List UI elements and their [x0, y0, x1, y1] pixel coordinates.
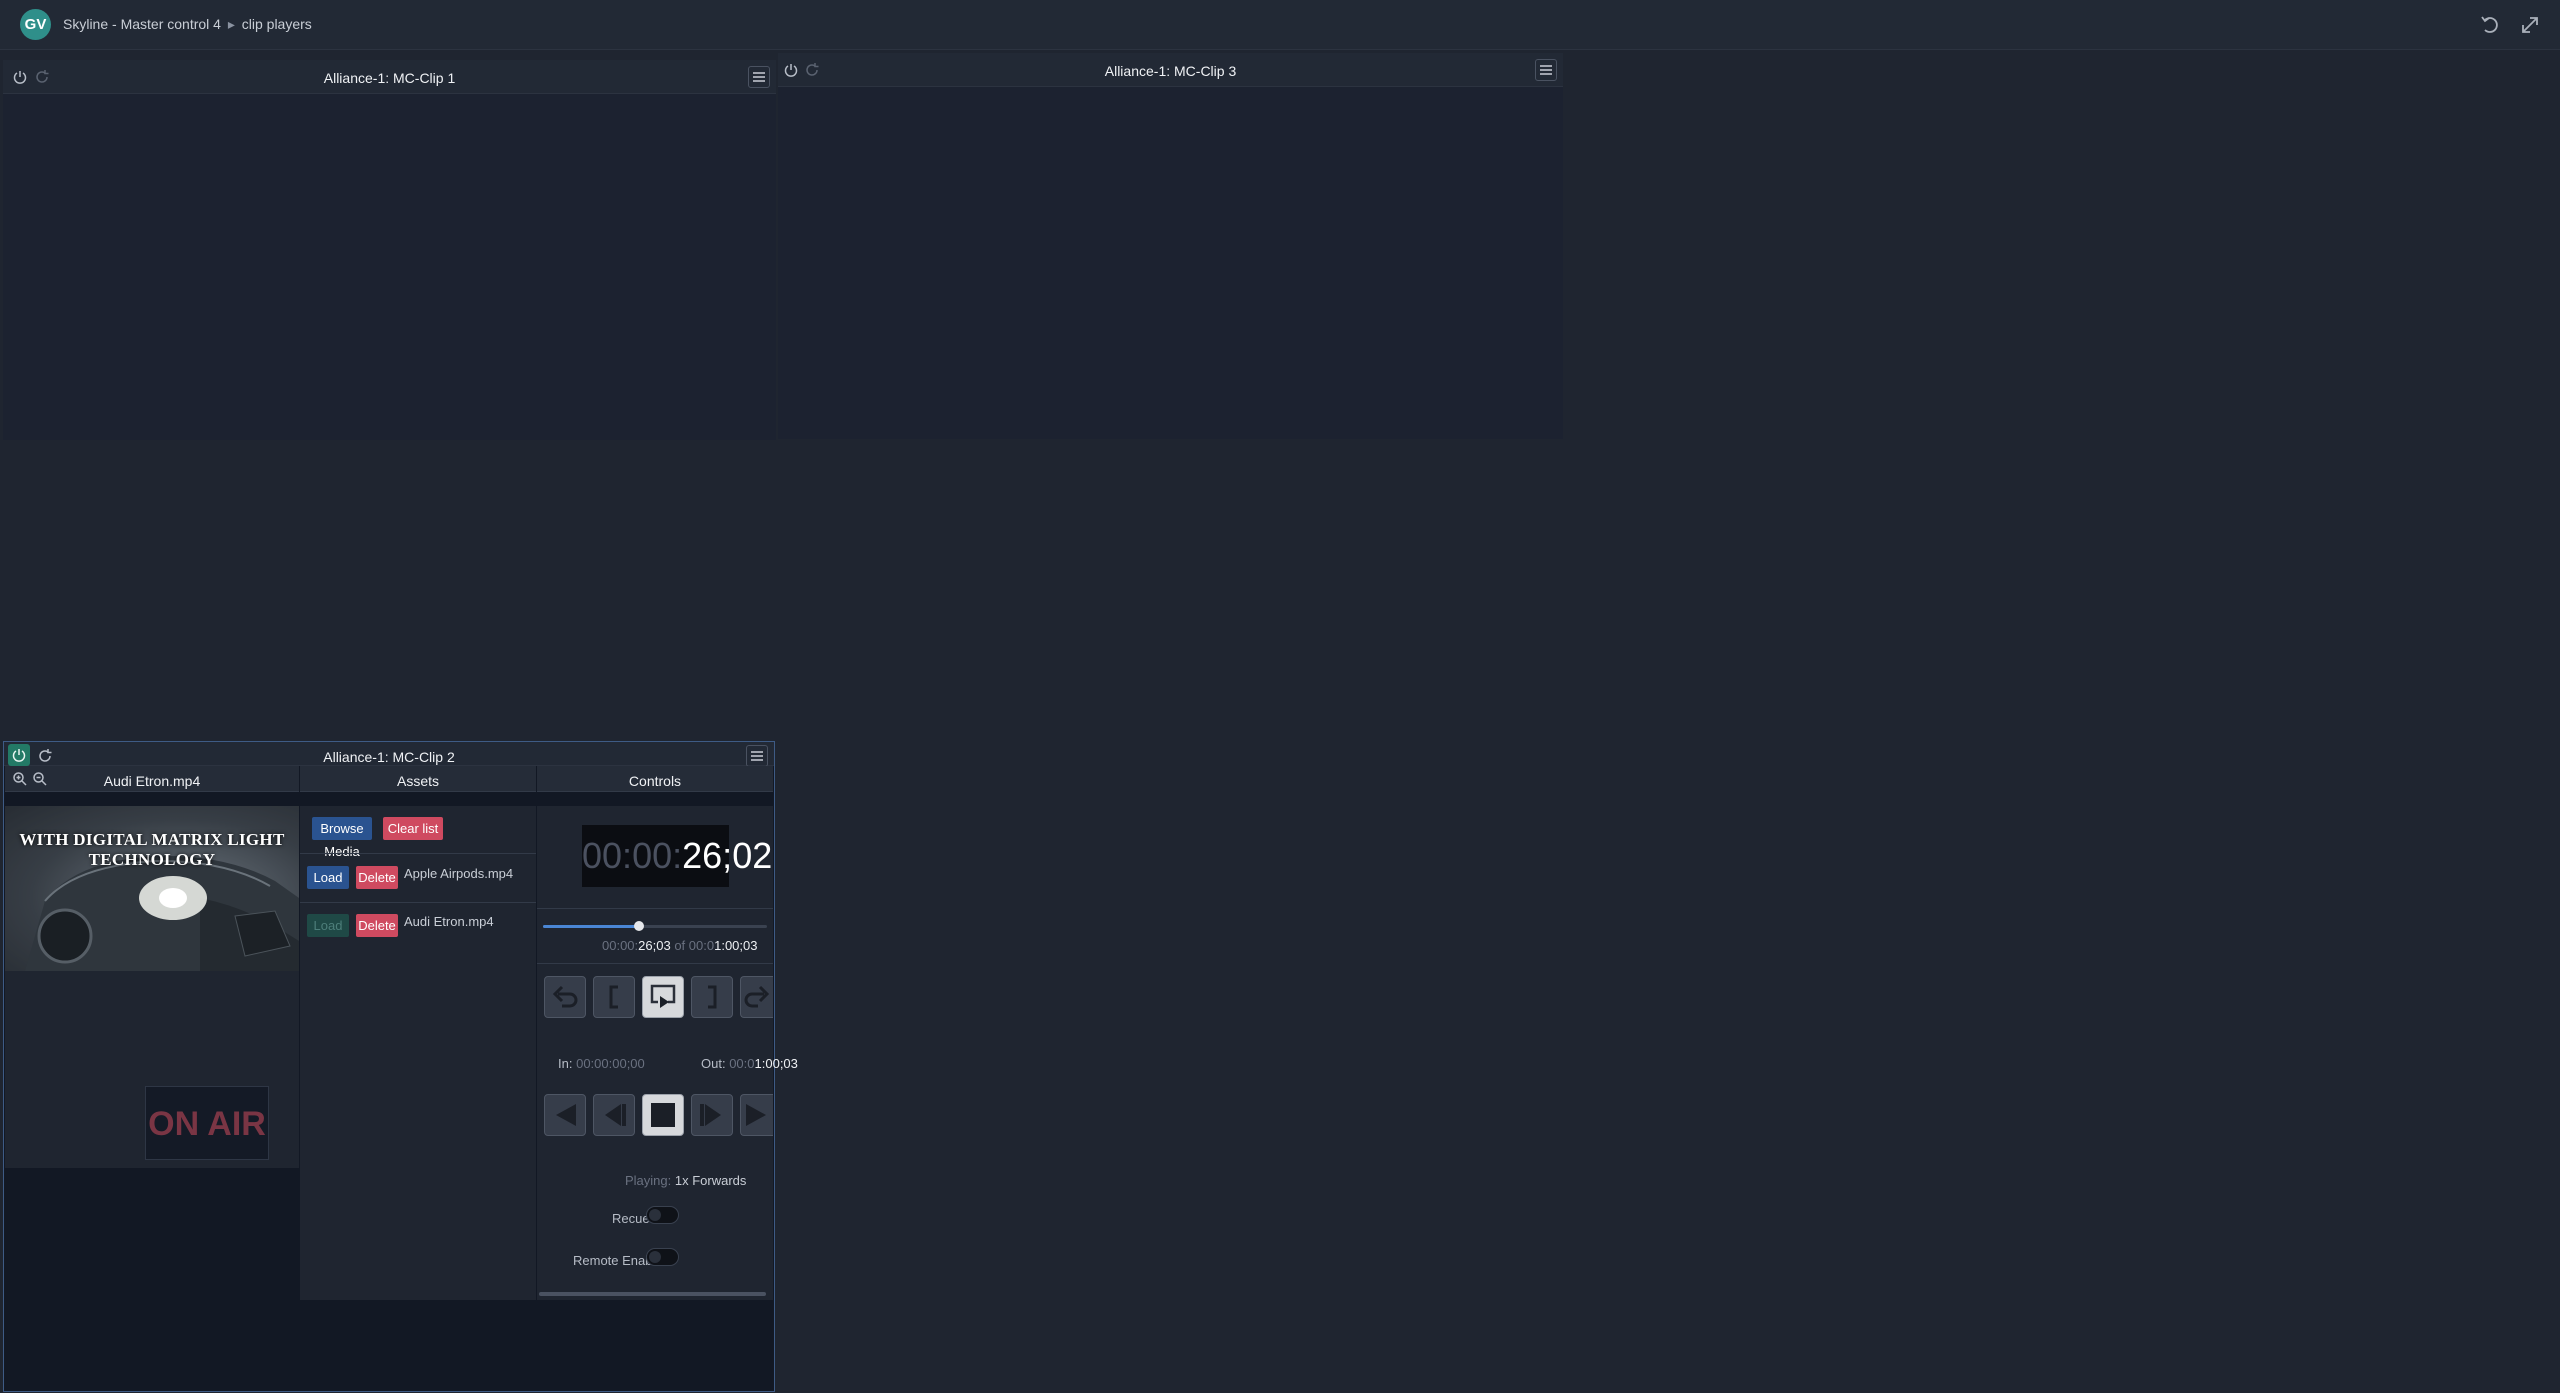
preview-header: Audi Etron.mp4: [5, 766, 299, 792]
assets-header: Assets: [300, 766, 536, 792]
panel-title: Alliance-1: MC-Clip 3: [1104, 63, 1237, 79]
panel-title: Alliance-1: MC-Clip 2: [323, 749, 455, 765]
bracket-left-icon: [609, 985, 618, 1009]
in-point: In: 00:00:00;00: [558, 1056, 645, 1071]
fullscreen-button[interactable]: [2517, 12, 2543, 38]
hamburger-icon: [1540, 65, 1552, 75]
gv-logo: GV: [20, 9, 51, 40]
panel-menu-button[interactable]: [746, 745, 768, 767]
expand-icon: [2522, 17, 2538, 33]
asset-delete-button[interactable]: Delete: [356, 914, 398, 937]
controls-title: Controls: [628, 773, 682, 789]
video-preview: WITH DIGITAL MATRIX LIGHT TECHNOLOGY: [5, 806, 299, 971]
bracket-right-icon: [708, 985, 717, 1009]
panel-menu-button[interactable]: [1535, 59, 1557, 81]
browse-media-button[interactable]: Browse Media: [312, 817, 372, 859]
timecode-frames: 02: [732, 835, 773, 876]
divider: [300, 853, 536, 854]
toggle-knob: [649, 1209, 661, 1221]
step-back-icon: [605, 1104, 626, 1126]
recue-label: Recue: [612, 1211, 650, 1226]
playing-status: Playing: 1x Forwards: [625, 1173, 747, 1188]
out-point: Out: 00:01:00;03: [701, 1056, 798, 1071]
assets-title: Assets: [396, 773, 439, 789]
timecode-minutes: 00: [632, 835, 673, 876]
divider: [537, 908, 773, 909]
top-bar: GV Skyline - Master control 4 ▸ clip pla…: [0, 0, 2560, 50]
asset-load-button-disabled: Load: [307, 914, 349, 937]
play-icon: [746, 1104, 766, 1126]
breadcrumb-item-page[interactable]: clip players: [242, 16, 312, 32]
step-forward-button[interactable]: [691, 1094, 733, 1136]
timecode-seconds: 26: [682, 835, 723, 876]
remote-enabled-toggle[interactable]: [646, 1248, 679, 1266]
preview-filename: Audi Etron.mp4: [103, 773, 201, 789]
asset-load-button[interactable]: Load: [307, 866, 349, 889]
on-air-indicator: ON AIR: [145, 1086, 269, 1160]
stop-button[interactable]: [642, 1094, 684, 1136]
panel-header: Alliance-1: MC-Clip 1: [3, 60, 776, 94]
stop-icon: [651, 1103, 675, 1127]
panel-header: Alliance-1: MC-Clip 2: [4, 742, 774, 767]
recue-toggle[interactable]: [646, 1206, 679, 1224]
breadcrumb-item-layout[interactable]: Skyline - Master control 4: [63, 16, 221, 32]
step-forward-icon: [700, 1104, 721, 1126]
scrub-progress: [543, 925, 640, 928]
asset-name: Audi Etron.mp4: [404, 914, 494, 929]
redo-icon: [744, 985, 770, 1008]
undo-icon: [2481, 16, 2498, 33]
horizontal-scrollbar[interactable]: [539, 1292, 766, 1296]
toggle-knob: [649, 1251, 661, 1263]
divider: [537, 963, 773, 964]
clip-player-panel-3: Alliance-1: MC-Clip 3: [778, 53, 1563, 439]
undo-icon: [552, 985, 578, 1008]
play-button[interactable]: [740, 1094, 773, 1136]
asset-name: Apple Airpods.mp4: [404, 866, 514, 881]
rewind-button[interactable]: [544, 1094, 586, 1136]
panel-header: Alliance-1: MC-Clip 3: [778, 53, 1563, 87]
hamburger-icon: [753, 72, 765, 82]
asset-delete-button[interactable]: Delete: [356, 866, 398, 889]
panel-menu-button[interactable]: [748, 66, 770, 88]
hamburger-icon: [751, 751, 763, 761]
play-to-air-button[interactable]: [642, 976, 684, 1018]
position-readout: 00:00:26;03 of 00:01:00;03: [602, 938, 758, 953]
clip-player-panel-1: Alliance-1: MC-Clip 1: [3, 60, 776, 440]
mark-in-button[interactable]: [593, 976, 635, 1018]
reset-layout-button[interactable]: [2478, 12, 2504, 38]
controls-header: Controls: [537, 766, 773, 792]
recue-back-button[interactable]: [544, 976, 586, 1018]
preview-overlay-text: WITH DIGITAL MATRIX LIGHT TECHNOLOGY: [19, 830, 285, 869]
mark-out-button[interactable]: [691, 976, 733, 1018]
breadcrumb-separator: ▸: [227, 16, 235, 32]
rewind-icon: [556, 1104, 576, 1126]
recue-forward-button[interactable]: [740, 976, 773, 1018]
cue-play-icon: [650, 984, 676, 1008]
panel-title: Alliance-1: MC-Clip 1: [323, 70, 456, 86]
breadcrumb: Skyline - Master control 4 ▸ clip player…: [63, 16, 312, 33]
step-back-button[interactable]: [593, 1094, 635, 1136]
timecode-hours: 00: [582, 835, 623, 876]
clear-list-button[interactable]: Clear list: [383, 817, 443, 840]
divider: [300, 902, 536, 903]
scrub-bar[interactable]: [543, 921, 767, 931]
timecode-display: 00:00:26;02: [582, 825, 772, 887]
